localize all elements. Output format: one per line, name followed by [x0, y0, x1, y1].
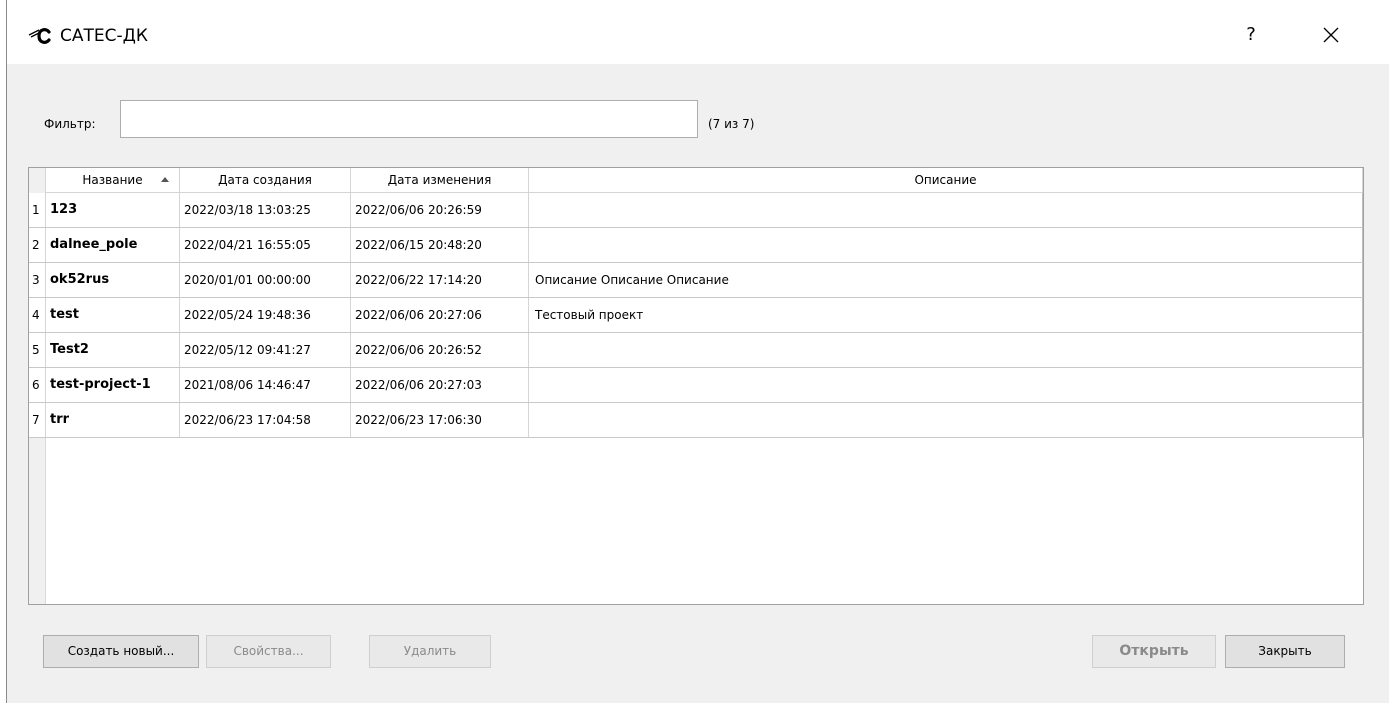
- table-row[interactable]: 6 test-project-1 2021/08/06 14:46:47 202…: [29, 368, 1363, 403]
- column-header-label: Название: [82, 173, 143, 187]
- project-dialog: САТЕС-ДК ? Фильтр: (7 из 7) Название Дат…: [6, 0, 1389, 703]
- project-description: [529, 403, 1363, 437]
- open-button[interactable]: Открыть: [1092, 635, 1216, 668]
- modified-date: 2022/06/15 20:48:20: [351, 228, 529, 262]
- project-description: [529, 228, 1363, 262]
- table-row[interactable]: 4 test 2022/05/24 19:48:36 2022/06/06 20…: [29, 298, 1363, 333]
- table-row[interactable]: 7 trr 2022/06/23 17:04:58 2022/06/23 17:…: [29, 403, 1363, 438]
- column-header-description[interactable]: Описание: [529, 168, 1363, 193]
- created-date: 2022/05/12 09:41:27: [180, 333, 351, 367]
- project-description: [529, 193, 1363, 227]
- project-description: [529, 368, 1363, 402]
- row-number: 6: [29, 368, 46, 402]
- filter-count: (7 из 7): [708, 117, 755, 131]
- row-number: 4: [29, 298, 46, 332]
- row-number: 7: [29, 403, 46, 437]
- close-window-button[interactable]: [1311, 20, 1351, 50]
- table-row[interactable]: 2 dalnee_pole 2022/04/21 16:55:05 2022/0…: [29, 228, 1363, 263]
- project-name: trr: [46, 403, 180, 437]
- project-name: Test2: [46, 333, 180, 367]
- modified-date: 2022/06/06 20:27:06: [351, 298, 529, 332]
- created-date: 2022/06/23 17:04:58: [180, 403, 351, 437]
- project-name: test: [46, 298, 180, 332]
- project-description: Описание Описание Описание: [529, 263, 1363, 297]
- create-new-button[interactable]: Создать новый...: [43, 635, 199, 668]
- table-header: Название Дата создания Дата изменения Оп…: [29, 168, 1363, 193]
- row-number: 3: [29, 263, 46, 297]
- filter-label: Фильтр:: [44, 117, 96, 131]
- created-date: 2022/03/18 13:03:25: [180, 193, 351, 227]
- row-number: 5: [29, 333, 46, 367]
- project-name: ok52rus: [46, 263, 180, 297]
- project-name: 123: [46, 193, 180, 227]
- table-row[interactable]: 3 ok52rus 2020/01/01 00:00:00 2022/06/22…: [29, 263, 1363, 298]
- modified-date: 2022/06/06 20:26:59: [351, 193, 529, 227]
- project-name: dalnee_pole: [46, 228, 180, 262]
- column-header-name[interactable]: Название: [46, 168, 180, 193]
- created-date: 2021/08/06 14:46:47: [180, 368, 351, 402]
- close-icon: [1323, 27, 1339, 42]
- row-number: 1: [29, 193, 46, 227]
- created-date: 2020/01/01 00:00:00: [180, 263, 351, 297]
- close-button[interactable]: Закрыть: [1225, 635, 1345, 668]
- help-button[interactable]: ?: [1231, 20, 1271, 50]
- projects-table: Название Дата создания Дата изменения Оп…: [28, 167, 1364, 605]
- project-name: test-project-1: [46, 368, 180, 402]
- modified-date: 2022/06/23 17:06:30: [351, 403, 529, 437]
- column-header-created[interactable]: Дата создания: [180, 168, 351, 193]
- table-row[interactable]: 1 123 2022/03/18 13:03:25 2022/06/06 20:…: [29, 193, 1363, 228]
- table-row[interactable]: 5 Test2 2022/05/12 09:41:27 2022/06/06 2…: [29, 333, 1363, 368]
- created-date: 2022/05/24 19:48:36: [180, 298, 351, 332]
- title-bar: САТЕС-ДК ?: [7, 0, 1389, 64]
- sort-ascending-icon: [161, 177, 169, 182]
- created-date: 2022/04/21 16:55:05: [180, 228, 351, 262]
- project-description: Тестовый проект: [529, 298, 1363, 332]
- column-header-modified[interactable]: Дата изменения: [351, 168, 529, 193]
- app-logo-icon: [28, 28, 51, 44]
- properties-button[interactable]: Свойства...: [206, 635, 331, 668]
- modified-date: 2022/06/22 17:14:20: [351, 263, 529, 297]
- filter-input[interactable]: [120, 100, 698, 138]
- table-body: 1 123 2022/03/18 13:03:25 2022/06/06 20:…: [29, 193, 1363, 438]
- project-description: [529, 333, 1363, 367]
- window-title: САТЕС-ДК: [60, 26, 148, 46]
- modified-date: 2022/06/06 20:26:52: [351, 333, 529, 367]
- table-corner[interactable]: [29, 168, 46, 193]
- row-number: 2: [29, 228, 46, 262]
- delete-button[interactable]: Удалить: [369, 635, 491, 668]
- modified-date: 2022/06/06 20:27:03: [351, 368, 529, 402]
